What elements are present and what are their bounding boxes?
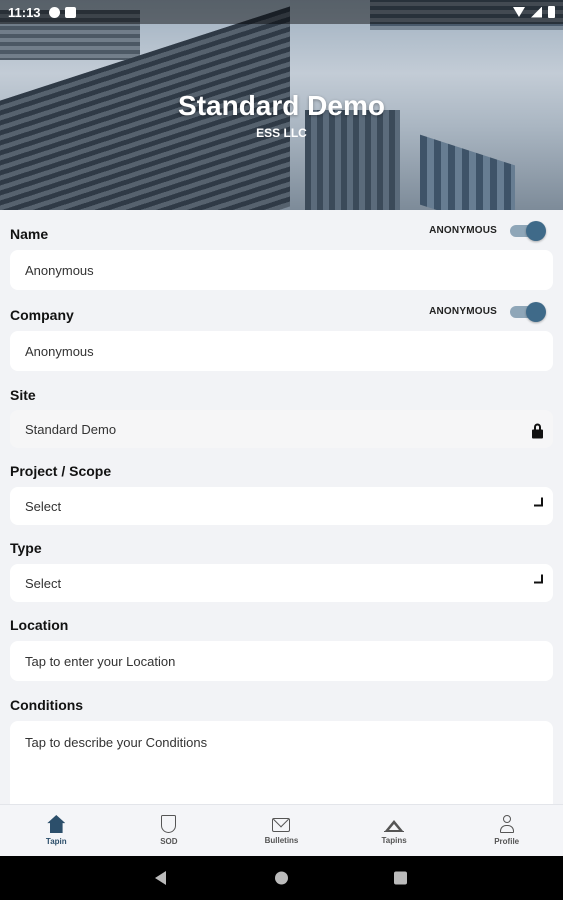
nav-item-profile[interactable]: Profile <box>450 805 563 856</box>
home-button-icon[interactable] <box>275 871 288 885</box>
nav-item-sod[interactable]: SOD <box>113 805 226 856</box>
nav-item-tapin[interactable]: Tapin <box>0 805 113 856</box>
battery-icon <box>548 6 555 18</box>
company-anonymous-toggle[interactable] <box>510 302 546 322</box>
home-icon <box>47 815 66 833</box>
nav-label: Bulletins <box>264 836 299 845</box>
location-input[interactable]: Tap to enter your Location <box>10 641 553 681</box>
type-value: Select <box>25 575 62 591</box>
wifi-icon <box>513 7 525 17</box>
company-subtitle: ESS LLC <box>256 126 307 140</box>
back-icon[interactable] <box>155 871 166 885</box>
nav-label: Profile <box>494 837 520 846</box>
type-label: Type <box>10 540 42 556</box>
shield-icon <box>161 815 177 833</box>
status-bar: 11:13 <box>0 0 563 24</box>
site-value: Standard Demo <box>25 421 117 437</box>
site-label: Site <box>10 387 36 403</box>
location-label: Location <box>10 617 69 633</box>
system-navigation-bar <box>0 856 563 900</box>
toggle-knob <box>526 302 546 322</box>
cell-signal-icon <box>531 6 542 18</box>
project-scope-select[interactable]: Select <box>10 487 553 525</box>
mail-icon <box>272 818 291 832</box>
company-anonymous-label: ANONYMOUS <box>429 306 497 317</box>
toggle-knob <box>526 221 546 241</box>
page-title: Standard Demo <box>178 90 385 121</box>
bottom-navigation: Tapin SOD Bulletins Tapins Profile <box>0 804 563 856</box>
nav-item-tapins[interactable]: Tapins <box>338 805 451 856</box>
name-input[interactable]: Anonymous <box>10 250 553 290</box>
chevron-down-icon <box>534 497 543 507</box>
company-input[interactable]: Anonymous <box>10 331 553 371</box>
tapin-form: Name ANONYMOUS Anonymous Company ANONYMO… <box>0 210 563 804</box>
project-scope-label: Project / Scope <box>10 463 112 479</box>
name-anonymous-label: ANONYMOUS <box>429 225 497 236</box>
sd-card-icon <box>64 6 76 18</box>
name-label: Name <box>10 226 49 242</box>
nav-label: Tapin <box>45 837 67 846</box>
mountain-icon <box>384 820 405 832</box>
company-label: Company <box>10 307 74 323</box>
person-icon <box>498 815 516 833</box>
lock-icon <box>532 423 543 439</box>
nav-label: Tapins <box>381 836 407 845</box>
nav-item-bulletins[interactable]: Bulletins <box>225 805 338 856</box>
site-field: Standard Demo <box>10 410 553 448</box>
status-time: 11:13 <box>8 4 41 20</box>
conditions-label: Conditions <box>10 697 84 713</box>
name-anonymous-toggle[interactable] <box>510 221 546 241</box>
notification-icon <box>48 6 60 18</box>
recent-apps-icon[interactable] <box>394 871 407 885</box>
header-banner: 11:13 Standard Demo ESS LLC <box>0 0 563 210</box>
building-image <box>420 134 515 210</box>
building-image <box>305 110 400 210</box>
type-select[interactable]: Select <box>10 564 553 602</box>
conditions-textarea[interactable]: Tap to describe your Conditions <box>10 721 553 804</box>
project-scope-value: Select <box>25 498 62 514</box>
chevron-down-icon <box>534 574 543 584</box>
nav-label: SOD <box>160 837 178 846</box>
